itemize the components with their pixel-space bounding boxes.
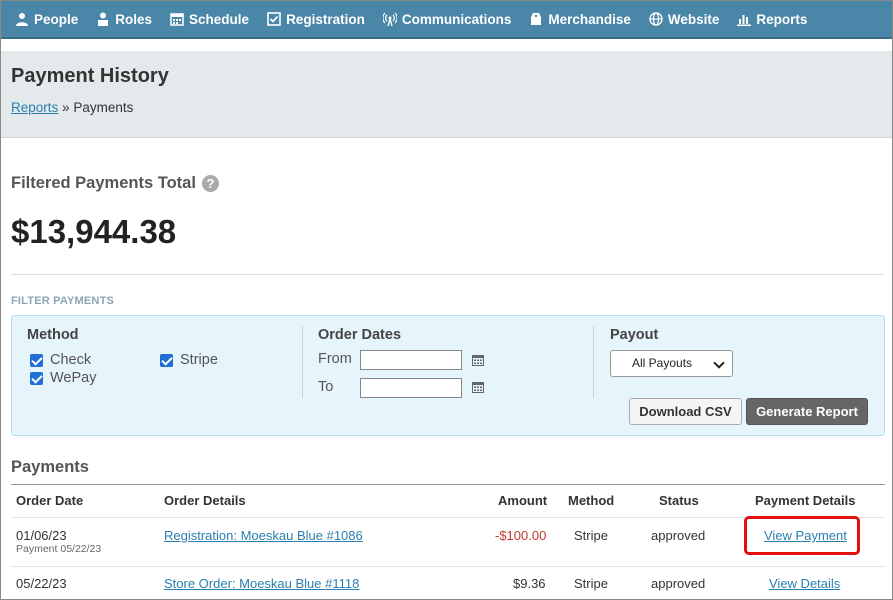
payout-select[interactable]: All Payouts xyxy=(610,350,733,377)
checkbox-checked-icon xyxy=(30,353,43,367)
nav-schedule-label: Schedule xyxy=(189,11,250,27)
payments-title: Payments xyxy=(11,458,89,476)
nav-reports[interactable]: Reports xyxy=(737,12,807,27)
status: approved xyxy=(651,576,706,591)
method: Stripe xyxy=(574,528,608,543)
broadcast-icon xyxy=(382,12,397,26)
filter-panel: Method Check Stripe WePay Order Dates Fr… xyxy=(11,315,885,436)
method-stripe-label: Stripe xyxy=(180,352,218,368)
col-order-details: Order Details xyxy=(164,493,246,508)
bar-chart-icon xyxy=(737,12,752,26)
amount: -$100.00 xyxy=(495,528,547,543)
help-icon[interactable]: ? xyxy=(201,175,219,192)
to-label: To xyxy=(318,379,334,395)
nav-website-label: Website xyxy=(667,11,720,27)
filtered-total-value: $13,944.38 xyxy=(11,213,177,250)
col-status: Status xyxy=(659,493,699,508)
breadcrumb-separator: » xyxy=(62,100,70,115)
payout-title: Payout xyxy=(610,327,659,343)
checkbox-icon xyxy=(267,12,281,26)
divider xyxy=(11,484,885,485)
method-wepay-checkbox[interactable]: WePay xyxy=(30,370,96,386)
method: Stripe xyxy=(574,576,608,591)
globe-icon xyxy=(649,12,663,26)
method-check-checkbox[interactable]: Check xyxy=(30,352,91,368)
column-separator xyxy=(302,326,303,398)
column-separator xyxy=(593,326,594,398)
page-title: Payment History xyxy=(11,65,169,87)
order-date: 01/06/23 xyxy=(16,528,67,543)
col-payment-details: Payment Details xyxy=(755,493,856,508)
calendar-icon xyxy=(170,12,184,26)
nav-roles-label: Roles xyxy=(115,11,153,27)
method-stripe-checkbox[interactable]: Stripe xyxy=(160,352,218,368)
row-divider xyxy=(11,566,885,567)
nav-registration-label: Registration xyxy=(286,11,365,27)
nav-communications-label: Communications xyxy=(401,11,512,27)
highlight-box xyxy=(744,516,860,555)
from-date-input[interactable] xyxy=(360,350,462,370)
payment-date: Payment 05/22/23 xyxy=(16,543,102,555)
nav-communications[interactable]: Communications xyxy=(382,11,512,27)
amount: $9.36 xyxy=(513,576,546,591)
roles-icon xyxy=(96,12,110,26)
filtered-total-label: Filtered Payments Total ? xyxy=(11,174,219,193)
order-date: 05/22/23 xyxy=(16,576,67,591)
generate-report-button[interactable]: Generate Report xyxy=(746,398,868,425)
method-check-label: Check xyxy=(50,352,92,368)
order-details-link[interactable]: Store Order: Moeskau Blue #1118 xyxy=(164,576,359,591)
nav-schedule[interactable]: Schedule xyxy=(170,12,249,27)
checkbox-checked-icon xyxy=(30,371,43,385)
col-order-date: Order Date xyxy=(16,493,84,508)
breadcrumb-current: Payments xyxy=(73,100,134,115)
nav-merchandise-label: Merchandise xyxy=(548,11,631,27)
nav-people[interactable]: People xyxy=(15,12,78,27)
nav-reports-label: Reports xyxy=(756,11,808,27)
filter-heading: FILTER PAYMENTS xyxy=(11,295,115,307)
status: approved xyxy=(651,528,706,543)
filtered-total-label-text: Filtered Payments Total xyxy=(11,174,196,192)
nav-roles[interactable]: Roles xyxy=(96,12,152,27)
calendar-icon[interactable] xyxy=(472,381,484,393)
payout-selected-value: All Payouts xyxy=(632,356,693,370)
col-amount: Amount xyxy=(498,493,548,508)
nav-registration[interactable]: Registration xyxy=(267,12,365,27)
order-details-link[interactable]: Registration: Moeskau Blue #1086 xyxy=(164,528,363,543)
chevron-down-icon xyxy=(713,357,725,369)
method-title: Method xyxy=(27,327,79,343)
top-nav: People Roles Schedule Registration Commu… xyxy=(1,1,892,39)
breadcrumb-reports-link[interactable]: Reports xyxy=(11,100,58,115)
to-date-input[interactable] xyxy=(360,378,462,398)
divider xyxy=(11,274,884,275)
breadcrumb: Reports » Payments xyxy=(11,100,133,115)
method-wepay-label: WePay xyxy=(50,370,97,386)
nav-merchandise[interactable]: Merchandise xyxy=(529,12,631,27)
col-method: Method xyxy=(568,493,615,508)
people-icon xyxy=(15,12,29,26)
order-dates-title: Order Dates xyxy=(318,327,402,343)
checkbox-checked-icon xyxy=(160,353,173,367)
nav-people-label: People xyxy=(34,11,79,27)
tag-icon xyxy=(529,12,543,26)
download-csv-button[interactable]: Download CSV xyxy=(629,398,742,425)
view-details-link[interactable]: View Details xyxy=(769,576,840,591)
calendar-icon[interactable] xyxy=(472,354,484,366)
from-label: From xyxy=(318,351,352,367)
nav-website[interactable]: Website xyxy=(649,11,720,27)
